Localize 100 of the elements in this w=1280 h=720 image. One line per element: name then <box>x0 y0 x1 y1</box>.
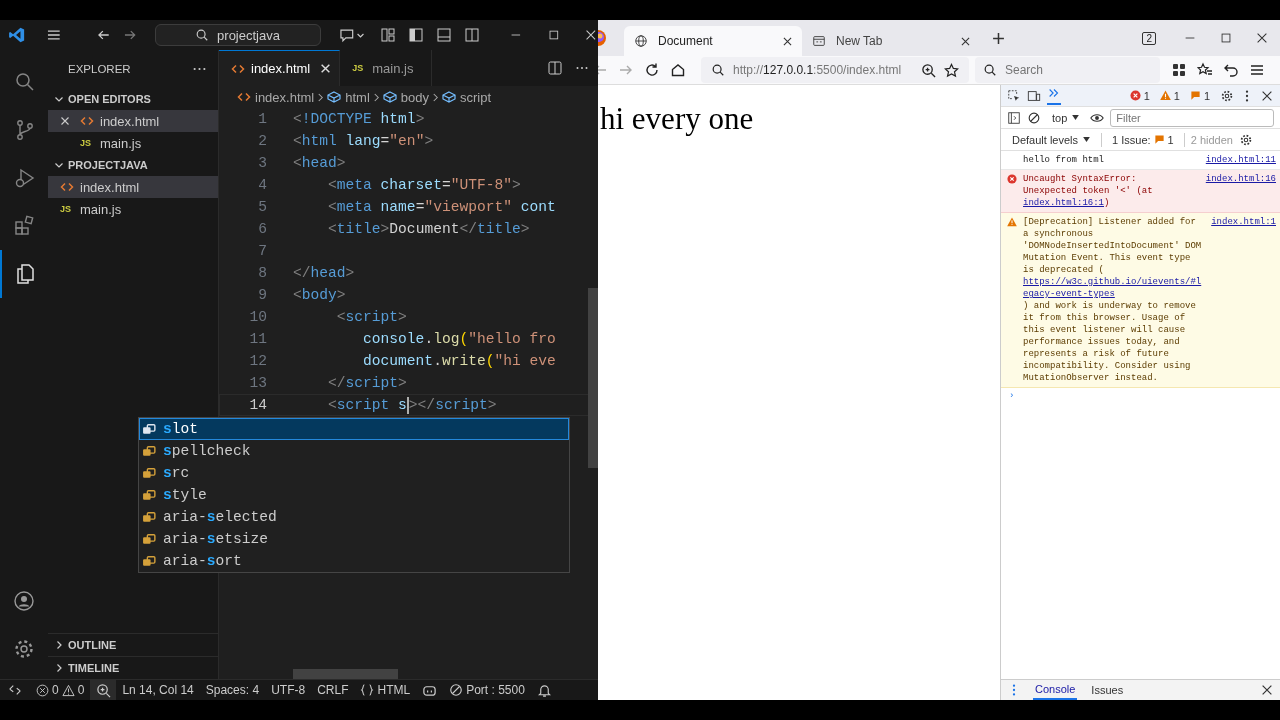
file-item[interactable]: JS main.js <box>48 198 218 220</box>
maximize-icon[interactable] <box>1219 31 1233 45</box>
source-link[interactable]: index.html:11 <box>1205 154 1276 166</box>
inspect-element-icon[interactable] <box>1007 88 1021 103</box>
suggestion-item[interactable]: aria-sort <box>139 550 569 572</box>
search-field[interactable]: Search <box>975 57 1160 83</box>
grid-icon[interactable] <box>1171 62 1187 78</box>
split-editor-icon[interactable] <box>547 60 563 76</box>
log-levels-dropdown[interactable]: Default levels <box>1007 133 1096 146</box>
drawer-tab[interactable]: Console <box>1033 680 1078 700</box>
language-mode[interactable]: HTML <box>354 680 417 700</box>
code-line: <meta name="viewport" cont <box>327 199 556 215</box>
issue-count[interactable]: 1 <box>1189 89 1210 102</box>
issues-link[interactable]: 1 Issue: 1 <box>1108 133 1178 146</box>
error-count[interactable]: 1 <box>1129 89 1150 102</box>
settings-icon[interactable] <box>12 637 36 661</box>
menu-icon[interactable] <box>1249 62 1265 78</box>
warning-count[interactable]: 1 <box>1159 89 1180 102</box>
reload-icon[interactable] <box>644 62 660 78</box>
new-tab-icon[interactable] <box>992 31 1005 45</box>
chevron-icon <box>432 92 439 102</box>
zoom-button[interactable] <box>90 680 117 700</box>
toggle-secondary-sidebar-icon[interactable] <box>463 27 480 43</box>
breadcrumb[interactable]: index.html <box>237 89 315 105</box>
warning-icon <box>61 683 75 697</box>
layout-icon[interactable] <box>379 27 396 43</box>
breadcrumb[interactable]: html <box>327 89 370 105</box>
live-server-port[interactable]: Port : 5500 <box>443 680 531 700</box>
console-message: [Deprecation] Listener added for a synchronous 'DOMNodeInsertedIntoDocument' DOM Mutation Event. This event type is deprecated ( https://w3c.github.io/uievents/#legacy-event-types ) and work is underway to remove it from this browser. Usage of this event listener will cause performance issues today, and represents a risk of future incompatibility. Consider using MutationObserver instead. <box>1023 216 1206 384</box>
indentation-status[interactable]: Spaces: 4 <box>199 680 266 700</box>
settings-icon[interactable] <box>1220 88 1234 103</box>
maximize-icon[interactable] <box>546 28 561 42</box>
code-line: <meta charset="UTF-8"> <box>327 177 521 193</box>
editor-tab[interactable]: index.html <box>219 50 341 86</box>
chat-icon[interactable] <box>338 27 364 43</box>
menu-icon[interactable] <box>45 27 62 43</box>
problems-status[interactable]: 0 0 <box>30 680 91 700</box>
scrollbar[interactable] <box>588 288 598 468</box>
home-icon[interactable] <box>670 62 686 78</box>
notifications-icon[interactable] <box>536 682 552 698</box>
clear-console-icon[interactable] <box>1027 110 1041 125</box>
section-header[interactable]: TIMELINE <box>48 656 218 679</box>
drawer-tab[interactable]: Issues <box>1089 681 1126 699</box>
console-prompt[interactable]: › <box>1009 391 1015 401</box>
link[interactable]: https://w3c.github.io/uievents/#legacy-event-types <box>1023 276 1206 300</box>
zoom-icon[interactable] <box>921 62 936 78</box>
encoding-status[interactable]: UTF-8 <box>265 680 312 700</box>
cursor-position[interactable]: Ln 14, Col 14 <box>116 680 200 700</box>
window-count-badge[interactable]: 2 <box>1142 31 1156 45</box>
suggestion-item[interactable]: style <box>139 484 569 506</box>
hidden-count: 2 hidden <box>1190 133 1233 146</box>
close-icon[interactable] <box>783 36 792 46</box>
bookmark-star-icon[interactable] <box>944 62 959 78</box>
more-actions-icon[interactable] <box>576 66 588 70</box>
line-number: 11 <box>248 331 268 347</box>
toggle-panel-icon[interactable] <box>435 27 452 43</box>
command-center-search[interactable]: projectjava <box>154 24 321 46</box>
remote-icon[interactable] <box>8 683 22 697</box>
file-item[interactable]: index.html <box>48 176 218 198</box>
close-icon[interactable] <box>961 36 970 46</box>
close-icon[interactable] <box>584 28 598 42</box>
close-icon[interactable] <box>1260 683 1274 697</box>
source-link[interactable]: index.html:16 <box>1205 173 1276 185</box>
caret-icon <box>1083 137 1091 142</box>
more-actions-icon[interactable] <box>193 67 206 71</box>
address-bar[interactable]: http://127.0.0.1:5500/index.html <box>701 57 969 83</box>
section-header[interactable]: OUTLINE <box>48 633 218 656</box>
device-toolbar-icon[interactable] <box>1027 88 1041 103</box>
section-header[interactable]: PROJECTJAVA <box>48 154 218 176</box>
suggestion-item[interactable]: slot <box>139 418 569 440</box>
more-tabs-icon[interactable] <box>1047 86 1061 105</box>
browser-tab[interactable]: Document <box>624 26 802 56</box>
line-number: 1 <box>257 111 268 127</box>
file-item[interactable]: JS main.js <box>48 132 218 154</box>
suggestion-item[interactable]: aria-selected <box>139 506 569 528</box>
line-ending-status[interactable]: CRLF <box>311 680 355 700</box>
settings-icon[interactable] <box>1238 132 1253 147</box>
section-header[interactable]: OPEN EDITORS <box>48 88 218 110</box>
close-icon[interactable] <box>1255 31 1269 45</box>
no-entry-icon <box>449 683 464 697</box>
toggle-sidebar-icon[interactable] <box>407 27 424 43</box>
file-item[interactable]: index.html <box>48 110 218 132</box>
context-dropdown[interactable]: top <box>1047 111 1085 124</box>
line-number: 12 <box>248 353 268 369</box>
bookmarks-icon[interactable] <box>1197 62 1213 78</box>
suggestion-item[interactable]: aria-setsize <box>139 528 569 550</box>
source-link[interactable]: index.html:1 <box>1211 216 1276 228</box>
breadcrumb[interactable]: script <box>442 89 492 105</box>
scrollbar[interactable] <box>293 669 398 679</box>
caret-icon <box>1072 115 1080 120</box>
filter-field[interactable]: Filter <box>1110 108 1274 127</box>
undo-icon[interactable] <box>1223 62 1239 78</box>
suggestion-item[interactable]: src <box>139 462 569 484</box>
breadcrumb[interactable]: body <box>382 89 429 105</box>
sidebar-toggle-icon[interactable] <box>1007 110 1021 125</box>
line-number: 5 <box>257 199 268 215</box>
link[interactable]: index.html:16:1 <box>1023 198 1104 208</box>
account-icon[interactable] <box>12 589 36 613</box>
browser-tab[interactable]: New Tab <box>802 26 980 56</box>
suggestion-item[interactable]: spellcheck <box>139 440 569 462</box>
